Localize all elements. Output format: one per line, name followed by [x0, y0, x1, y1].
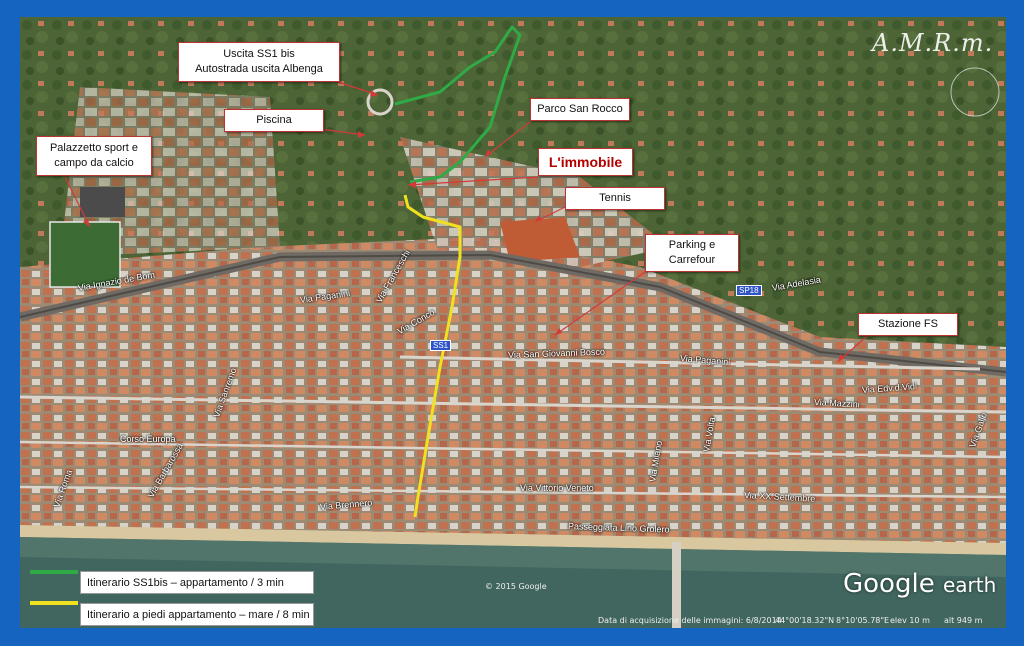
satellite-map[interactable]: A.M.R.m. Uscita SS1 bis Autostrada uscit…	[20, 17, 1006, 628]
legend-swatch-walk	[30, 601, 78, 605]
label-ss1-exit: Uscita SS1 bis Autostrada uscita Albenga	[178, 42, 340, 82]
label-parco-san-rocco: Parco San Rocco	[530, 98, 630, 121]
label-tennis: Tennis	[565, 187, 665, 210]
earth-wordmark: earth	[942, 573, 997, 597]
label-piscina: Piscina	[224, 109, 324, 132]
label-palazzetto: Palazzetto sport e campo da calcio	[36, 136, 152, 176]
status-elevation: elev 10 m	[890, 616, 930, 625]
google-earth-logo: Google earth	[843, 569, 996, 599]
watermark-logo: A.M.R.m.	[872, 29, 994, 57]
label-stazione-fs: Stazione FS	[858, 313, 958, 336]
status-altitude: alt 949 m	[944, 616, 983, 625]
legend-item-walk: Itinerario a piedi appartamento – mare /…	[80, 603, 314, 626]
google-wordmark: Google	[843, 569, 935, 599]
map-frame: A.M.R.m. Uscita SS1 bis Autostrada uscit…	[0, 0, 1024, 646]
road-shield-sp18: SP18	[736, 285, 762, 296]
copyright-text: © 2015 Google	[485, 582, 547, 591]
label-immobile: L'immobile	[538, 148, 633, 176]
street-europa: Corso Europa	[120, 434, 176, 444]
label-parking-carrefour: Parking e Carrefour	[645, 234, 739, 272]
status-longitude: 8°10'05.78"E	[836, 616, 890, 625]
status-imagery-date: Data di acquisizione delle immagini: 6/8…	[598, 616, 782, 625]
status-latitude: 44°00'18.32"N	[775, 616, 835, 625]
legend-item-drive: Itinerario SS1bis – appartamento / 3 min	[80, 571, 314, 594]
road-shield-ss1: SS1	[430, 340, 452, 351]
legend-swatch-drive	[30, 570, 78, 574]
street-vittorio-veneto: Via Vittorio Veneto	[520, 483, 594, 493]
